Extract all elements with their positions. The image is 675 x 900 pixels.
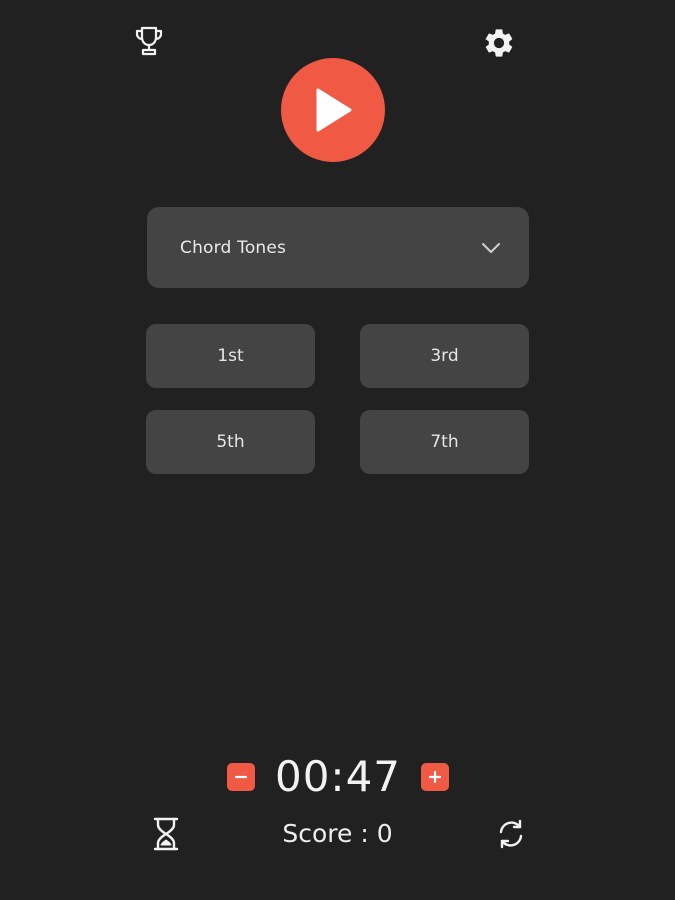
- minus-icon: [234, 775, 248, 779]
- answer-button-1st[interactable]: 1st: [146, 324, 315, 388]
- play-button[interactable]: [281, 58, 385, 162]
- game-screen: Chord Tones 1st 3rd 5th 7th 00:47 Score: [0, 0, 675, 900]
- gear-icon[interactable]: [480, 24, 518, 62]
- answer-button-5th[interactable]: 5th: [146, 410, 315, 474]
- timer-display: 00:47: [274, 752, 402, 801]
- chevron-down-icon: [482, 242, 500, 253]
- answer-button-3rd[interactable]: 3rd: [360, 324, 529, 388]
- mode-dropdown[interactable]: Chord Tones: [147, 207, 529, 288]
- refresh-icon[interactable]: [492, 814, 530, 854]
- mode-dropdown-label: Chord Tones: [180, 237, 287, 258]
- play-icon: [316, 88, 352, 132]
- timer-row: 00:47: [0, 750, 675, 804]
- score-display: Score : 0: [282, 819, 393, 848]
- plus-icon: [428, 770, 442, 784]
- hourglass-icon[interactable]: [147, 814, 185, 854]
- trophy-icon[interactable]: [130, 22, 168, 60]
- increase-time-button[interactable]: [421, 763, 449, 791]
- answer-button-7th[interactable]: 7th: [360, 410, 529, 474]
- decrease-time-button[interactable]: [227, 763, 255, 791]
